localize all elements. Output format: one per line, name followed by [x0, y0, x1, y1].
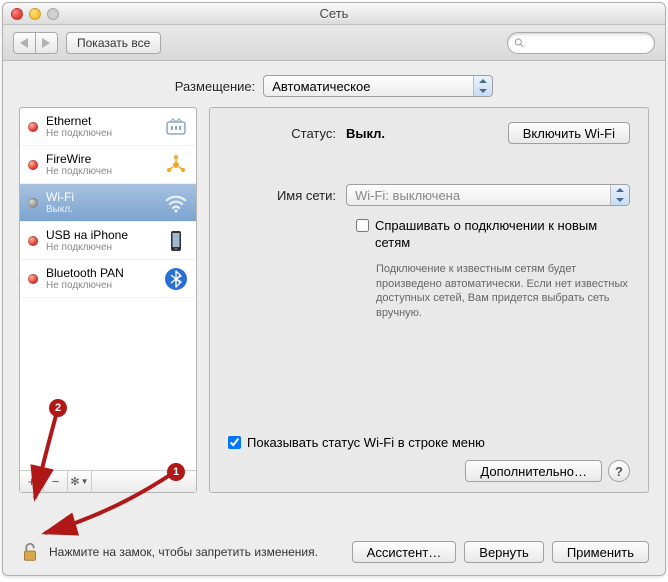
gear-icon: ✻: [70, 475, 79, 488]
annotation-badge-1: 1: [167, 463, 185, 481]
sidebar-item-ethernet[interactable]: EthernetНе подключен: [20, 108, 196, 146]
add-service-button[interactable]: +: [20, 471, 44, 493]
status-dot: [28, 274, 38, 284]
back-button[interactable]: [13, 32, 35, 54]
iphone-icon: [164, 229, 188, 253]
window-title: Сеть: [3, 6, 665, 21]
bluetooth-icon: [164, 267, 188, 291]
help-button[interactable]: ?: [608, 460, 630, 482]
status-value: Выкл.: [346, 126, 385, 141]
ask-new-networks-label: Спрашивать о подключении к новым сетям: [375, 218, 630, 252]
status-label: Статус:: [228, 126, 346, 141]
service-name: Wi-Fi: [46, 190, 156, 204]
status-dot: [28, 236, 38, 246]
service-name: USB на iPhone: [46, 228, 156, 242]
lock-text: Нажмите на замок, чтобы запретить измене…: [49, 545, 344, 559]
revert-button[interactable]: Вернуть: [464, 541, 544, 563]
lock-icon[interactable]: [19, 541, 41, 563]
remove-service-button[interactable]: −: [44, 471, 68, 493]
services-sidebar: EthernetНе подключен FireWireНе подключе…: [19, 107, 197, 493]
service-name: Ethernet: [46, 114, 156, 128]
service-status: Выкл.: [46, 204, 156, 215]
question-icon: ?: [615, 464, 623, 479]
status-dot: [28, 122, 38, 132]
service-status: Не подключен: [46, 166, 156, 177]
annotation-badge-2: 2: [49, 399, 67, 417]
location-popup[interactable]: Автоматическое: [263, 75, 493, 97]
triangle-left-icon: [20, 38, 29, 48]
network-name-popup[interactable]: Wi-Fi: выключена: [346, 184, 630, 206]
ask-new-networks-checkbox[interactable]: [356, 219, 369, 232]
action-menu-button[interactable]: ✻▼: [68, 471, 92, 493]
location-value: Автоматическое: [272, 79, 370, 94]
search-icon: [514, 37, 525, 49]
service-status: Не подключен: [46, 128, 156, 139]
wifi-icon: [164, 191, 188, 215]
triangle-right-icon: [42, 38, 51, 48]
assistant-button[interactable]: Ассистент…: [352, 541, 457, 563]
firewire-icon: [164, 153, 188, 177]
show-menubar-checkbox[interactable]: [228, 436, 241, 449]
advanced-button[interactable]: Дополнительно…: [465, 460, 602, 482]
show-all-button[interactable]: Показать все: [66, 32, 161, 54]
sidebar-item-bluetooth[interactable]: Bluetooth PANНе подключен: [20, 260, 196, 298]
service-status: Не подключен: [46, 242, 156, 253]
chevron-down-icon: ▼: [81, 477, 89, 486]
apply-button[interactable]: Применить: [552, 541, 649, 563]
show-menubar-label: Показывать статус Wi-Fi в строке меню: [247, 435, 485, 450]
toggle-wifi-button[interactable]: Включить Wi-Fi: [508, 122, 630, 144]
search-field-container[interactable]: [507, 32, 655, 54]
sidebar-item-usb-iphone[interactable]: USB на iPhoneНе подключен: [20, 222, 196, 260]
network-name-value: Wi-Fi: выключена: [355, 188, 460, 203]
toolbar: Показать все: [3, 25, 665, 61]
detail-pane: Статус: Выкл. Включить Wi-Fi Имя сети: W…: [209, 107, 649, 493]
service-status: Не подключен: [46, 280, 156, 291]
network-name-label: Имя сети:: [228, 188, 346, 203]
service-name: Bluetooth PAN: [46, 266, 156, 280]
sidebar-item-wifi[interactable]: Wi-FiВыкл.: [20, 184, 196, 222]
titlebar: Сеть: [3, 3, 665, 25]
ask-help-text: Подключение к известным сетям будет прои…: [376, 262, 630, 321]
search-input[interactable]: [529, 36, 648, 50]
bottom-bar: Нажмите на замок, чтобы запретить измене…: [3, 531, 665, 575]
location-label: Размещение:: [175, 79, 256, 94]
sidebar-item-firewire[interactable]: FireWireНе подключен: [20, 146, 196, 184]
status-dot: [28, 198, 38, 208]
service-name: FireWire: [46, 152, 156, 166]
forward-button[interactable]: [35, 32, 58, 54]
status-dot: [28, 160, 38, 170]
ethernet-icon: [164, 115, 188, 139]
